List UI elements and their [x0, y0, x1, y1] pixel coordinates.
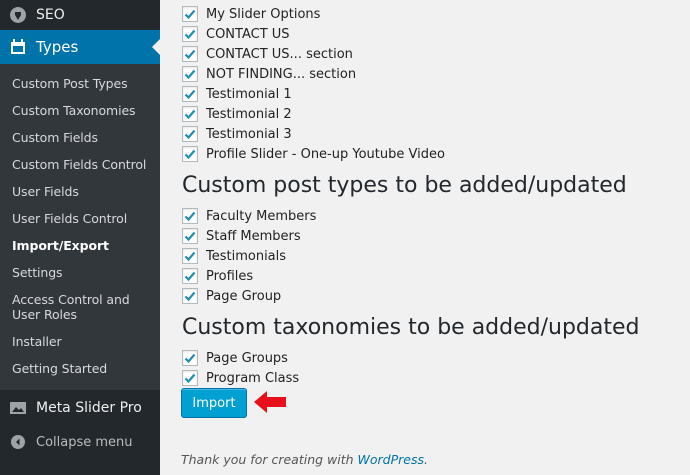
checkbox-label: Profiles — [206, 268, 254, 284]
post-types-heading: Custom post types to be added/updated — [182, 173, 627, 198]
menu-item-types[interactable]: Types — [0, 30, 160, 64]
checkbox-label: Testimonials — [206, 248, 287, 264]
submenu-item[interactable]: Custom Fields Control — [0, 151, 160, 178]
checkbox[interactable] — [182, 288, 198, 304]
admin-sidebar: SEO Types Custom Post Types Custom Taxono… — [0, 0, 160, 475]
checkbox-row[interactable]: NOT FINDING... section — [182, 64, 356, 84]
checkbox[interactable] — [182, 248, 198, 264]
checkbox-row[interactable]: Testimonial 1 — [182, 84, 292, 104]
footer-text: Thank you for creating with — [181, 452, 358, 467]
checkbox-label: Profile Slider - One-up Youtube Video — [206, 146, 445, 162]
checkbox[interactable] — [182, 86, 198, 102]
collapse-icon — [0, 434, 36, 450]
submenu-item[interactable]: Custom Taxonomies — [0, 97, 160, 124]
red-arrow-icon — [254, 391, 286, 413]
menu-label-meta-slider-pro: Meta Slider Pro — [36, 400, 142, 416]
main-content: My Slider Options CONTACT US CONTACT US...… — [160, 0, 690, 475]
checkbox-label: Testimonial 2 — [206, 106, 292, 122]
checkbox-label: CONTACT US — [206, 26, 290, 42]
checkbox-row[interactable]: Testimonial 2 — [182, 104, 292, 124]
submenu-item[interactable]: Settings — [0, 259, 160, 286]
taxonomies-heading: Custom taxonomies to be added/updated — [182, 315, 640, 340]
checkbox-label: Page Group — [206, 288, 282, 304]
checkbox-row[interactable]: Faculty Members — [182, 206, 316, 226]
checkbox-label: Staff Members — [206, 228, 301, 244]
types-submenu: Custom Post Types Custom Taxonomies Custom… — [0, 64, 160, 390]
menu-item-meta-slider-pro[interactable]: Meta Slider Pro — [0, 392, 160, 424]
collapse-menu-button[interactable]: Collapse menu — [0, 428, 160, 456]
checkbox-label: My Slider Options — [206, 6, 321, 22]
checkbox-row[interactable]: CONTACT US... section — [182, 44, 353, 64]
import-button[interactable]: Import — [181, 388, 247, 418]
checkbox[interactable] — [182, 46, 198, 62]
menu-item-seo[interactable]: SEO — [0, 0, 160, 30]
checkbox[interactable] — [182, 228, 198, 244]
checkbox-row[interactable]: Page Group — [182, 286, 281, 306]
submenu-item[interactable]: Getting Started — [0, 355, 160, 382]
collapse-menu-label: Collapse menu — [36, 434, 133, 450]
meta-slider-icon — [0, 401, 36, 415]
checkbox-row[interactable]: Profiles — [182, 266, 253, 286]
checkbox[interactable] — [182, 6, 198, 22]
checkbox-row[interactable]: Program Class — [182, 368, 299, 388]
checkbox-row[interactable]: Page Groups — [182, 348, 288, 368]
checkbox-row[interactable]: Testimonials — [182, 246, 286, 266]
submenu-item[interactable]: Custom Fields — [0, 124, 160, 151]
submenu-item[interactable]: User Fields Control — [0, 205, 160, 232]
checkbox-label: Faculty Members — [206, 208, 317, 224]
submenu-item[interactable]: Access Control and User Roles — [0, 286, 160, 328]
checkbox-label: Program Class — [206, 370, 300, 386]
checkbox[interactable] — [182, 268, 198, 284]
checkbox[interactable] — [182, 370, 198, 386]
checkbox[interactable] — [182, 208, 198, 224]
menu-label-seo: SEO — [36, 7, 65, 23]
admin-footer: Thank you for creating with WordPress. — [181, 452, 428, 467]
checkbox[interactable] — [182, 350, 198, 366]
checkbox-label: Testimonial 3 — [206, 126, 292, 142]
checkbox[interactable] — [182, 146, 198, 162]
checkbox[interactable] — [182, 26, 198, 42]
footer-end: . — [424, 452, 428, 467]
checkbox[interactable] — [182, 66, 198, 82]
checkbox-row[interactable]: Staff Members — [182, 226, 301, 246]
checkbox-label: NOT FINDING... section — [206, 66, 357, 82]
wordpress-link[interactable]: WordPress — [358, 452, 424, 467]
menu-label-types: Types — [36, 38, 79, 56]
seo-icon — [0, 6, 36, 24]
checkbox-row[interactable]: Profile Slider - One-up Youtube Video — [182, 144, 445, 164]
checkbox-label: CONTACT US... section — [206, 46, 353, 62]
submenu-item[interactable]: Custom Post Types — [0, 70, 160, 97]
checkbox-row[interactable]: My Slider Options — [182, 4, 320, 24]
submenu-item[interactable]: Installer — [0, 328, 160, 355]
submenu-item[interactable]: User Fields — [0, 178, 160, 205]
checkbox[interactable] — [182, 106, 198, 122]
checkbox-row[interactable]: Testimonial 3 — [182, 124, 292, 144]
types-icon — [0, 38, 36, 56]
checkbox-label: Page Groups — [206, 350, 288, 366]
checkbox-row[interactable]: CONTACT US — [182, 24, 290, 44]
checkbox[interactable] — [182, 126, 198, 142]
submenu-item[interactable]: Import/Export — [0, 232, 160, 259]
checkbox-label: Testimonial 1 — [206, 86, 292, 102]
